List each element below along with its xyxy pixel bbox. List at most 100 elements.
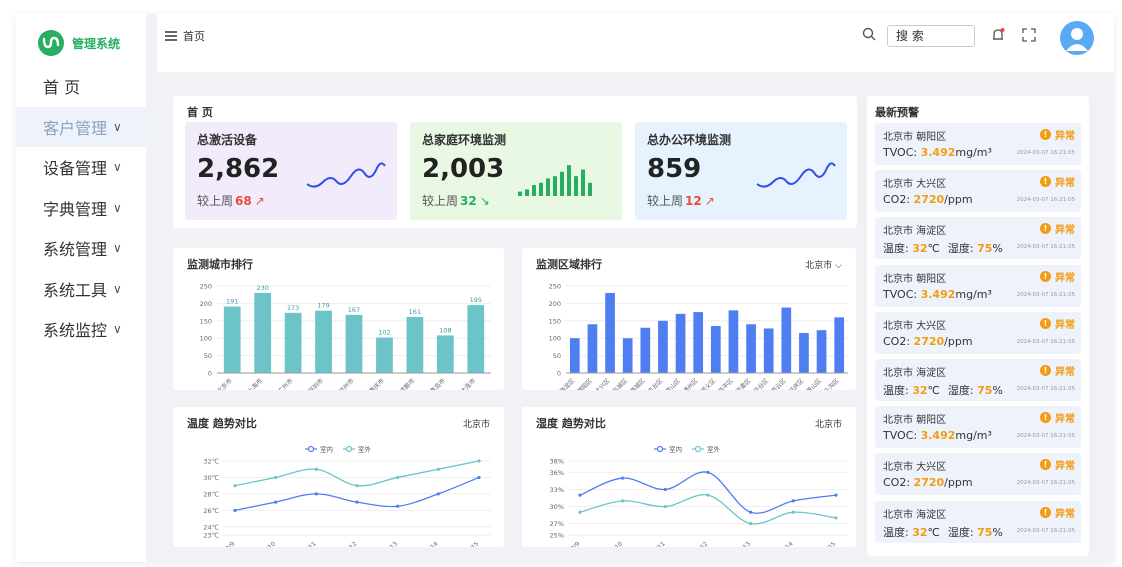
metric-unit: mg/m³ [955,429,992,443]
sparkline [756,162,836,188]
x-tick-label: 大连市 [459,377,477,390]
sidebar-item[interactable]: 系统监控 ∨ [16,309,146,350]
spark-bar [518,191,522,196]
x-tick-label: 9/10 [610,540,625,547]
logo[interactable]: 管理系统 [38,30,120,56]
sparkline [518,165,592,196]
legend-marker [307,445,315,453]
metric-label: TVOC: [883,429,921,443]
bar [345,314,363,373]
alert-item[interactable]: 北京市 海淀区! 异常 温度: 32℃ 湿度: 75% 2024-03-07 16:21… [875,217,1081,260]
logo-icon [38,30,64,56]
sidebar-item[interactable]: 系统管理 ∨ [16,228,146,269]
humidity-panel: 湿度 趋势对比 北京市 25%27%30%33%36%38%9/99/109/1… [522,407,856,547]
compare-value: 32 [460,194,477,208]
sidebar-item[interactable]: 字典管理 ∨ [16,188,146,229]
series-point [621,499,625,503]
alert-item[interactable]: 北京市 海淀区! 异常 温度: 32℃ 湿度: 75% 2024-03-07 16:21… [875,359,1081,401]
bell-icon[interactable] [990,27,1006,43]
metric-extra-label: 湿度: [947,242,978,256]
y-tick-label: 150 [200,317,212,325]
x-tick-label: 成都市 [398,377,416,390]
spark-bar [581,169,585,196]
alert-status: ! 异常 [1040,221,1075,236]
y-tick-label: 200 [549,300,561,308]
metric-extra-label: 湿度: [947,384,978,397]
metric-extra-unit: % [992,525,1003,539]
alert-item[interactable]: 北京市 朝阳区! 异常 TVOC: 3.492mg/m³ 2024-03-07 16:… [875,264,1081,307]
series-point [355,500,359,504]
menu-icon[interactable] [165,31,177,41]
x-tick-label: 9/9 [225,540,237,547]
alert-location: 北京市 海淀区 [883,509,947,521]
y-tick-label: 100 [200,335,212,343]
compare-value: 12 [685,194,702,208]
x-tick-label: 9/13 [385,540,400,547]
bar [436,335,454,373]
chevron-down-icon: ∨ [113,281,122,296]
x-tick-label: 房山区 [664,377,682,390]
warning-icon: ! [1040,506,1051,518]
series-point [749,510,753,514]
bar [406,316,424,373]
bar [710,326,721,373]
bar [254,292,272,373]
alert-item[interactable]: 北京市 海淀区! 异常 温度: 32℃ 湿度: 75% 2024-03-07 16:21… [875,500,1081,543]
compare-value: 68 [235,194,252,208]
metric-unit: /ppm [944,334,973,348]
search-input[interactable]: 搜 索 [887,25,975,47]
stat-card: 总家庭环境监测 2,003 较上周 32 ↘ [410,122,622,220]
sidebar-item[interactable]: 客户管理 ∨ [16,106,146,147]
stat-card-compare: 较上周 12 ↗ [647,192,715,209]
sidebar-item[interactable]: 设备管理 ∨ [16,147,146,188]
metric-unit: ℃ [927,242,940,256]
series-point [355,484,359,488]
metric-unit: mg/m³ [955,287,992,301]
sidebar-item[interactable]: 首 页 [16,66,146,107]
sidebar-item-label: 客户管理 [43,118,108,138]
fullscreen-icon[interactable] [1021,27,1037,43]
bar [284,312,302,373]
x-tick-label: 通州区 [681,377,699,390]
bar [622,338,633,373]
metric-extra-unit: % [992,384,1003,397]
temperature-chart: 23℃24℃ 26℃ 28℃ 30℃ 32℃ 9/9 9/10 9/11 9/12 9/13 9/1… [203,445,491,547]
breadcrumb[interactable]: 首页 [183,28,205,44]
alert-item[interactable]: 北京市 朝阳区! 异常 TVOC: 3.492mg/m³ 2024-03-07 16:… [875,123,1081,165]
metric-value: 2720 [913,193,945,207]
series-point [274,475,278,480]
x-tick-label: 9/15 [466,540,481,547]
alert-item[interactable]: 北京市 朝阳区! 异常 TVOC: 3.492mg/m³ 2024-03-07 16:… [875,406,1081,449]
alert-item[interactable]: 北京市 大兴区! 异常 CO2: 2720/ppm 2024-03-07 16:21:… [875,453,1081,496]
alert-item[interactable]: 北京市 大兴区! 异常 CO2: 2720/ppm 2024-03-07 16:21:… [875,170,1081,213]
district-ranking-panel: 监测区域排行 北京市 ⌵ 0 50 100 150 200 250 海淀区 朝阳区 大兴区 东城区… [522,248,856,390]
alert-status: ! 异常 [1040,457,1075,472]
series-line [579,494,837,525]
sidebar: 管理系统 首 页客户管理 ∨ 设备管理 ∨ 字典管理 ∨ 系统管理 ∨ 系统工具 ∨ 系统监控 ∨ [16,14,146,562]
y-tick-label: 27% [550,520,564,528]
legend-marker [656,445,664,453]
series-point [706,470,710,474]
search-icon[interactable] [862,27,876,41]
bar [834,317,845,373]
metric-label: TVOC: [883,146,921,159]
alert-status: ! 异常 [1040,269,1075,284]
bar-data-label: 102 [378,329,390,337]
legend-marker [694,445,702,453]
sparkline [306,162,386,188]
alert-item[interactable]: 北京市 大兴区! 异常 CO2: 2720/ppm 2024-03-07 16:21:… [875,311,1081,354]
warning-icon: ! [1040,365,1051,376]
x-tick-label: 9/12 [344,540,359,547]
city-ranking-chart: 0 50 100 150 200 250 191 北京市 230 上海市 173 广州市 179 深圳市 1… [200,283,491,390]
metric-value: 3.492 [920,146,956,159]
sidebar-item[interactable]: 系统工具 ∨ [16,269,146,310]
avatar-icon[interactable] [1060,21,1094,55]
x-tick-label: 昌平区 [717,377,735,390]
y-tick-label: 32℃ [203,458,219,466]
stat-card-label: 总激活设备 [197,133,258,147]
metric-value: 32 [912,384,928,397]
metric-unit: ℃ [927,384,940,397]
chevron-down-icon: ∨ [113,200,122,215]
alert-metric: CO2: 2720/ppm [883,335,973,348]
series-point [663,504,667,509]
